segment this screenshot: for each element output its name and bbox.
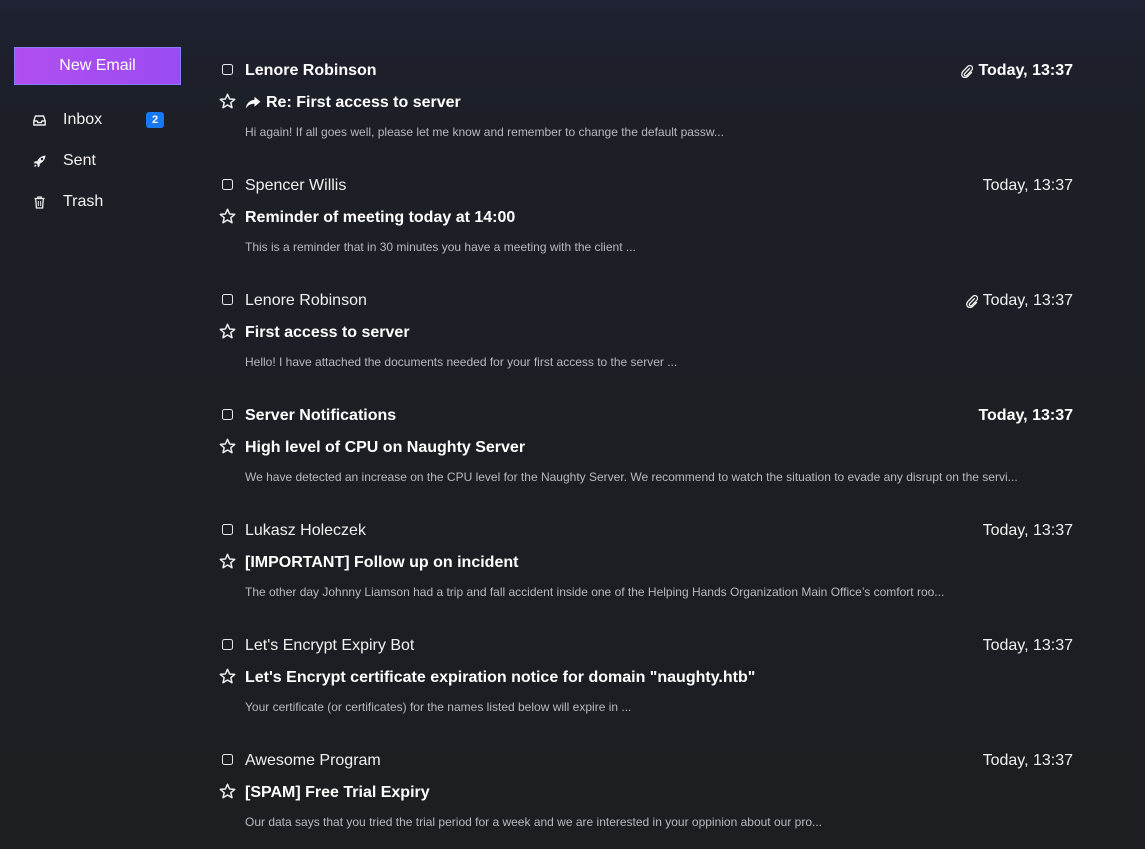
email-sender: Spencer Willis <box>245 177 347 194</box>
email-date: Today, 13:37 <box>978 407 1073 424</box>
email-preview: The other day Johnny Liamson had a trip … <box>245 585 945 599</box>
email-date: Today, 13:37 <box>982 637 1073 654</box>
select-checkbox[interactable] <box>222 754 233 765</box>
inbox-icon <box>32 113 46 127</box>
email-subject-row: [SPAM] Free Trial Expiry <box>245 784 430 802</box>
reply-arrow-icon <box>245 96 261 110</box>
select-checkbox[interactable] <box>222 409 233 420</box>
email-list-item[interactable]: Spencer Willis Today, 13:37 Reminder of me… <box>219 170 1079 285</box>
new-email-button[interactable]: New Email <box>14 47 181 85</box>
email-sender: Server Notifications <box>245 407 397 424</box>
sidebar-item-label: Trash <box>63 193 104 210</box>
email-sender: Awesome Program <box>245 752 381 769</box>
email-sender: Lenore Robinson <box>245 292 367 309</box>
email-date-group: Today, 13:37 <box>983 522 1073 540</box>
unread-count-badge: 2 <box>146 112 164 128</box>
email-subject-row: Reminder of meeting today at 14:00 <box>245 209 515 227</box>
email-subject-row: High level of CPU on Naughty Server <box>245 439 525 457</box>
email-subject: [IMPORTANT] Follow up on incident <box>245 554 519 571</box>
sidebar-item-sent[interactable]: Sent <box>32 149 172 173</box>
email-subject-row: [IMPORTANT] Follow up on incident <box>245 554 518 572</box>
email-list-item[interactable]: Lenore Robinson Today, 13:37 First access … <box>219 285 1079 400</box>
email-preview: This is a reminder that in 30 minutes yo… <box>245 240 636 254</box>
email-subject-row: Let's Encrypt certificate expiration not… <box>245 669 755 687</box>
mail-app: New Email Inbox 2 Sent Trash Lenore Robi… <box>0 0 1145 849</box>
email-subject: High level of CPU on Naughty Server <box>245 439 526 456</box>
email-list: Lenore Robinson Today, 13:37 Re: First acc… <box>219 55 1079 849</box>
trash-icon <box>32 195 46 209</box>
sidebar-item-inbox[interactable]: Inbox 2 <box>32 108 172 132</box>
email-list-item[interactable]: Let's Encrypt Expiry Bot Today, 13:37 Let'… <box>219 630 1079 745</box>
email-preview: Hello! I have attached the documents nee… <box>245 355 678 369</box>
email-sender: Lenore Robinson <box>245 62 377 79</box>
star-icon[interactable] <box>219 208 236 225</box>
paperclip-icon <box>965 294 978 308</box>
star-icon[interactable] <box>219 323 236 340</box>
email-sender: Lukasz Holeczek <box>245 522 366 539</box>
select-checkbox[interactable] <box>222 179 233 190</box>
email-subject: First access to server <box>245 324 410 341</box>
email-date: Today, 13:37 <box>982 292 1073 309</box>
email-date-group: Today, 13:37 <box>983 752 1073 770</box>
email-date: Today, 13:37 <box>978 62 1073 79</box>
paperclip-icon <box>961 64 974 78</box>
star-icon[interactable] <box>219 93 236 110</box>
email-date: Today, 13:37 <box>982 522 1073 539</box>
email-preview: We have detected an increase on the CPU … <box>245 470 1018 484</box>
email-subject-row: Re: First access to server <box>245 94 461 112</box>
select-checkbox[interactable] <box>222 639 233 650</box>
email-subject: Reminder of meeting today at 14:00 <box>245 209 516 226</box>
sidebar-item-label: Sent <box>63 152 96 169</box>
email-date: Today, 13:37 <box>982 752 1073 769</box>
email-sender: Let's Encrypt Expiry Bot <box>245 637 415 654</box>
sidebar-item-trash[interactable]: Trash <box>32 190 172 214</box>
email-preview: Your certificate (or certificates) for t… <box>245 700 632 714</box>
sidebar: New Email Inbox 2 Sent Trash <box>0 0 195 849</box>
select-checkbox[interactable] <box>222 294 233 305</box>
star-icon[interactable] <box>219 783 236 800</box>
email-list-item[interactable]: Lukasz Holeczek Today, 13:37 [IMPORTANT] F… <box>219 515 1079 630</box>
select-checkbox[interactable] <box>222 524 233 535</box>
email-subject: Let's Encrypt certificate expiration not… <box>245 669 756 686</box>
star-icon[interactable] <box>219 438 236 455</box>
email-list-item[interactable]: Awesome Program Today, 13:37 [SPAM] Free T… <box>219 745 1079 849</box>
star-icon[interactable] <box>219 668 236 685</box>
email-preview: Our data says that you tried the trial p… <box>245 815 823 829</box>
sidebar-item-label: Inbox <box>63 111 103 128</box>
email-preview: Hi again! If all goes well, please let m… <box>245 125 724 139</box>
email-date: Today, 13:37 <box>982 177 1073 194</box>
rocket-icon <box>32 154 46 168</box>
email-list-item[interactable]: Lenore Robinson Today, 13:37 Re: First acc… <box>219 55 1079 170</box>
email-date-group: Today, 13:37 <box>965 292 1073 310</box>
email-date-group: Today, 13:37 <box>983 637 1073 655</box>
select-checkbox[interactable] <box>222 64 233 75</box>
email-date-group: Today, 13:37 <box>961 62 1073 80</box>
email-date-group: Today, 13:37 <box>983 177 1073 195</box>
email-list-item[interactable]: Server Notifications Today, 13:37 High lev… <box>219 400 1079 515</box>
email-date-group: Today, 13:37 <box>978 407 1073 425</box>
email-subject: [SPAM] Free Trial Expiry <box>245 784 430 801</box>
star-icon[interactable] <box>219 553 236 570</box>
email-subject: Re: First access to server <box>266 94 461 111</box>
email-subject-row: First access to server <box>245 324 410 342</box>
